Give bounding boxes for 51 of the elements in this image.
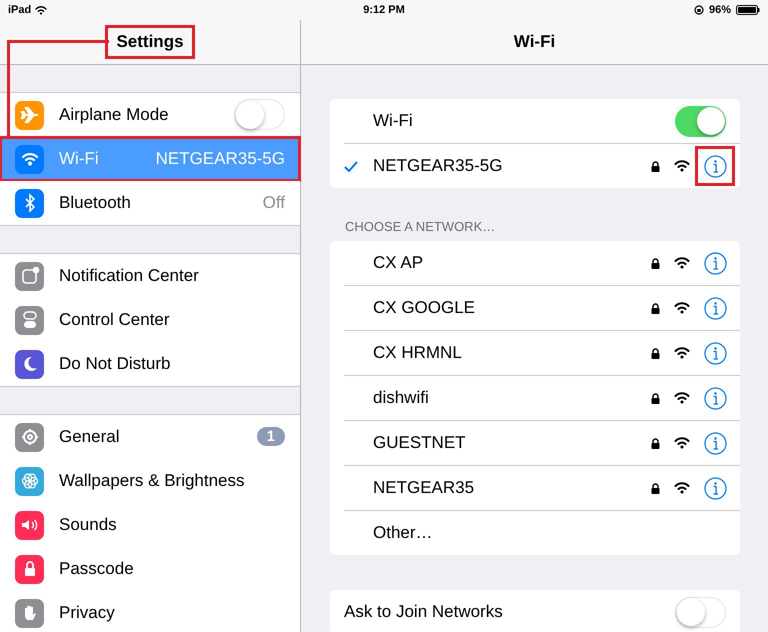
- network-name: NETGEAR35-5G: [373, 156, 504, 176]
- item-label: Passcode: [59, 558, 134, 578]
- ask-join-label: Ask to Join Networks: [344, 602, 504, 622]
- device-name: iPad: [8, 4, 32, 16]
- wifi-signal-icon: [674, 257, 690, 269]
- info-button[interactable]: [695, 146, 735, 186]
- wifi-signal-icon: [674, 302, 690, 314]
- wifi-signal-icon: [674, 392, 690, 404]
- sidebar-title: Settings: [106, 26, 194, 58]
- network-name[interactable]: dishwifi: [373, 388, 651, 408]
- wifi-signal-icon: [674, 160, 690, 172]
- other-network[interactable]: Other…: [373, 523, 726, 543]
- item-value: Off: [262, 193, 285, 213]
- wifi-signal-icon: [674, 437, 690, 449]
- page-title: Wi-Fi: [512, 31, 556, 53]
- item-label: Airplane Mode: [59, 104, 169, 124]
- item-label: Wallpapers & Brightness: [59, 470, 245, 490]
- item-label: Notification Center: [59, 266, 199, 286]
- info-icon: [704, 296, 726, 320]
- info-icon: [704, 432, 726, 454]
- clock: 9:12 PM: [363, 4, 405, 16]
- item-label: Control Center: [59, 310, 170, 330]
- battery-icon: [736, 5, 760, 15]
- count-badge: 1: [256, 427, 285, 446]
- network-name[interactable]: GUESTNET: [373, 433, 651, 453]
- item-label: Bluetooth: [59, 193, 131, 213]
- wifi-signal-icon: [674, 482, 690, 494]
- rotation-lock-icon: [694, 5, 704, 15]
- info-icon: [704, 154, 726, 178]
- info-icon: [704, 342, 726, 364]
- info-icon: [704, 476, 726, 500]
- network-name[interactable]: CX HRMNL: [373, 343, 651, 363]
- network-name[interactable]: CX GOOGLE: [373, 298, 651, 318]
- toggle-switch[interactable]: [675, 596, 726, 628]
- toggle-switch[interactable]: [234, 99, 285, 130]
- item-value: NETGEAR35-5G: [156, 149, 285, 169]
- wifi-signal-icon: [674, 347, 690, 359]
- item-label: Privacy: [59, 603, 115, 623]
- info-icon: [704, 252, 726, 274]
- item-label: General: [59, 426, 120, 446]
- toggle-switch[interactable]: [675, 106, 726, 136]
- section-header: CHOOSE A NETWORK…: [345, 219, 496, 234]
- item-label: Wi-Fi: [59, 149, 99, 169]
- info-icon: [704, 386, 726, 410]
- battery-percent: 96%: [708, 4, 731, 16]
- item-label: Do Not Disturb: [59, 354, 170, 374]
- wifi-label: Wi-Fi: [373, 111, 414, 131]
- item-label: Sounds: [59, 514, 117, 534]
- network-name[interactable]: NETGEAR35: [373, 478, 651, 498]
- wifi-signal-icon: [35, 6, 48, 14]
- network-name[interactable]: CX AP: [373, 253, 651, 273]
